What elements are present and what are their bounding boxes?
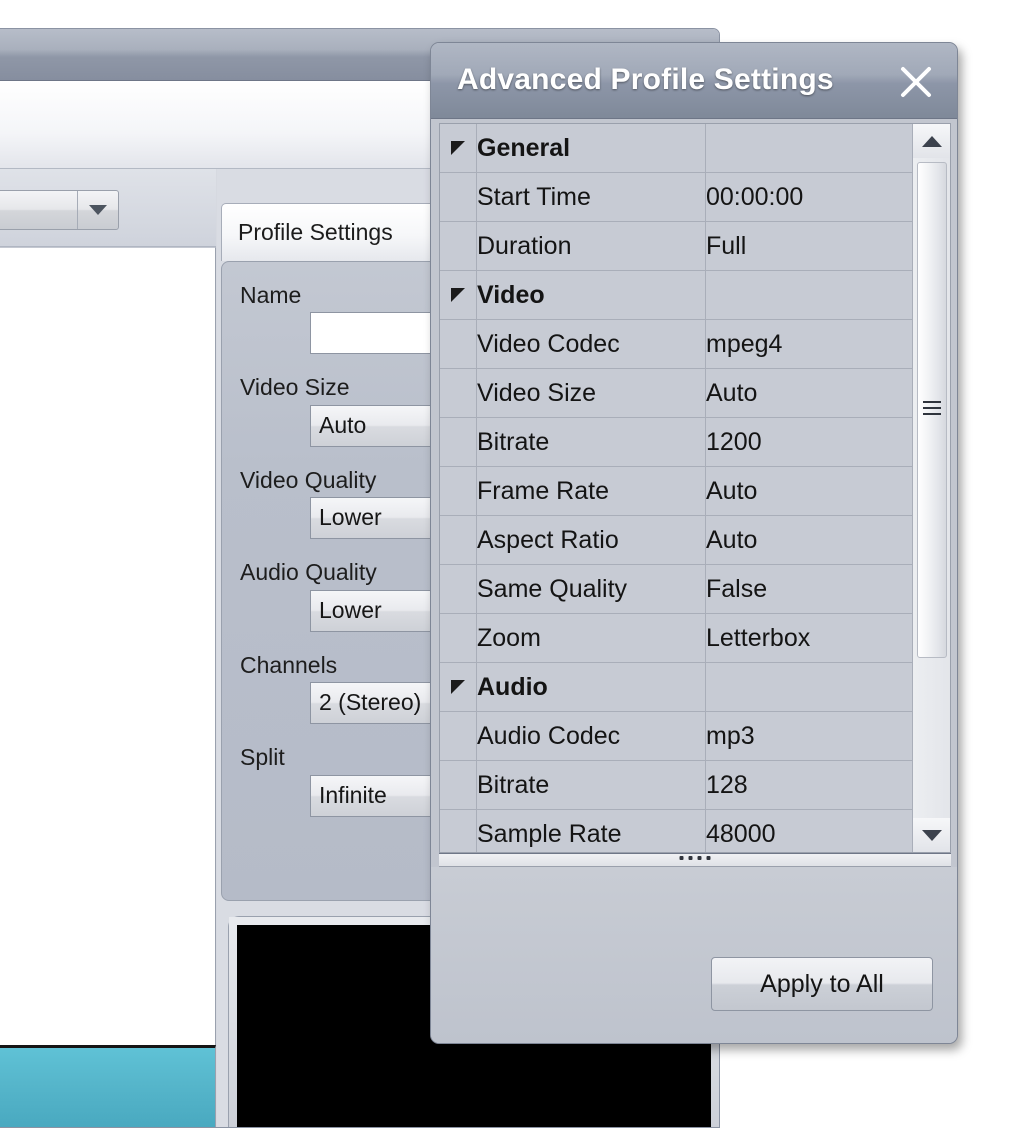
profile-selector-bar: :	[0, 169, 216, 247]
row-expander-spacer	[440, 417, 477, 467]
row-expander-spacer	[440, 613, 477, 663]
setting-value[interactable]: mp3	[705, 711, 915, 761]
row-expander-spacer	[440, 221, 477, 271]
setting-name: Zoom	[476, 613, 706, 663]
setting-value[interactable]	[705, 662, 915, 712]
row-expander-spacer	[440, 760, 477, 810]
table-row[interactable]: Bitrate 1200	[440, 417, 915, 467]
row-expander-spacer	[440, 809, 477, 852]
table-row[interactable]: Aspect Ratio Auto	[440, 515, 915, 565]
profile-select-value	[0, 191, 77, 229]
dialog-title: Advanced Profile Settings	[457, 63, 834, 96]
setting-value[interactable]	[705, 124, 915, 173]
row-expander-spacer	[440, 172, 477, 222]
advanced-profile-settings-dialog: Advanced Profile Settings General Start T…	[430, 42, 958, 1044]
row-expander-spacer	[440, 368, 477, 418]
setting-name: Bitrate	[476, 760, 706, 810]
table-row[interactable]: Video	[440, 270, 915, 320]
table-row[interactable]: Audio Codec mp3	[440, 711, 915, 761]
setting-value[interactable]: 48000	[705, 809, 915, 852]
scroll-up-arrow-icon[interactable]	[913, 124, 950, 158]
setting-value[interactable]: Auto	[705, 515, 915, 565]
dialog-splitter[interactable]	[439, 853, 951, 867]
setting-name: Video Codec	[476, 319, 706, 369]
table-row[interactable]: General	[440, 124, 915, 173]
expander-collapse-icon[interactable]	[440, 270, 477, 320]
table-row[interactable]: Start Time 00:00:00	[440, 172, 915, 222]
setting-name: Sample Rate	[476, 809, 706, 852]
setting-name: Audio	[476, 662, 706, 712]
setting-name: General	[476, 124, 706, 173]
setting-name: Aspect Ratio	[476, 515, 706, 565]
setting-name: Audio Codec	[476, 711, 706, 761]
tab-profile-settings[interactable]: Profile Settings	[221, 203, 449, 261]
setting-value[interactable]: 00:00:00	[705, 172, 915, 222]
chevron-down-icon	[77, 191, 118, 229]
table-row[interactable]: Same Quality False	[440, 564, 915, 614]
setting-value[interactable]: Auto	[705, 466, 915, 516]
row-expander-spacer	[440, 564, 477, 614]
table-row[interactable]: Audio	[440, 662, 915, 712]
settings-table: General Start Time 00:00:00 Duration Full Vid…	[440, 124, 915, 852]
profile-select[interactable]	[0, 190, 119, 230]
setting-name: Start Time	[476, 172, 706, 222]
setting-value[interactable]: Auto	[705, 368, 915, 418]
setting-name: Duration	[476, 221, 706, 271]
close-icon[interactable]	[897, 63, 935, 101]
table-row[interactable]: Video Size Auto	[440, 368, 915, 418]
tab-profile-settings-label: Profile Settings	[238, 219, 393, 245]
expander-collapse-icon[interactable]	[440, 124, 477, 173]
settings-table-scrollbar[interactable]	[912, 124, 950, 852]
dialog-footer: Apply to All	[431, 867, 957, 1043]
setting-value[interactable]	[705, 270, 915, 320]
file-list-panel[interactable]	[0, 247, 216, 1045]
settings-table-container: General Start Time 00:00:00 Duration Full Vid…	[439, 123, 951, 853]
setting-value[interactable]: Full	[705, 221, 915, 271]
row-expander-spacer	[440, 515, 477, 565]
setting-name: Frame Rate	[476, 466, 706, 516]
scrollbar-thumb[interactable]	[917, 162, 947, 658]
table-row[interactable]: Frame Rate Auto	[440, 466, 915, 516]
setting-value[interactable]: Letterbox	[705, 613, 915, 663]
row-expander-spacer	[440, 711, 477, 761]
setting-value[interactable]: 128	[705, 760, 915, 810]
dialog-titlebar[interactable]: Advanced Profile Settings	[431, 43, 957, 119]
table-row[interactable]: Zoom Letterbox	[440, 613, 915, 663]
row-expander-spacer	[440, 319, 477, 369]
scroll-down-arrow-icon[interactable]	[913, 818, 950, 852]
setting-value[interactable]: 1200	[705, 417, 915, 467]
table-row[interactable]: Bitrate 128	[440, 760, 915, 810]
table-row[interactable]: Video Codec mpeg4	[440, 319, 915, 369]
apply-to-all-button[interactable]: Apply to All	[711, 957, 933, 1011]
setting-name: Video	[476, 270, 706, 320]
scrollbar-grip-icon	[923, 401, 941, 419]
expander-collapse-icon[interactable]	[440, 662, 477, 712]
setting-value[interactable]: False	[705, 564, 915, 614]
status-panel	[0, 1045, 216, 1127]
setting-name: Video Size	[476, 368, 706, 418]
table-row[interactable]: Sample Rate 48000	[440, 809, 915, 852]
splitter-grip-icon	[679, 856, 711, 860]
table-row[interactable]: Duration Full	[440, 221, 915, 271]
setting-name: Same Quality	[476, 564, 706, 614]
setting-name: Bitrate	[476, 417, 706, 467]
setting-value: mpeg4	[705, 319, 915, 369]
row-expander-spacer	[440, 466, 477, 516]
